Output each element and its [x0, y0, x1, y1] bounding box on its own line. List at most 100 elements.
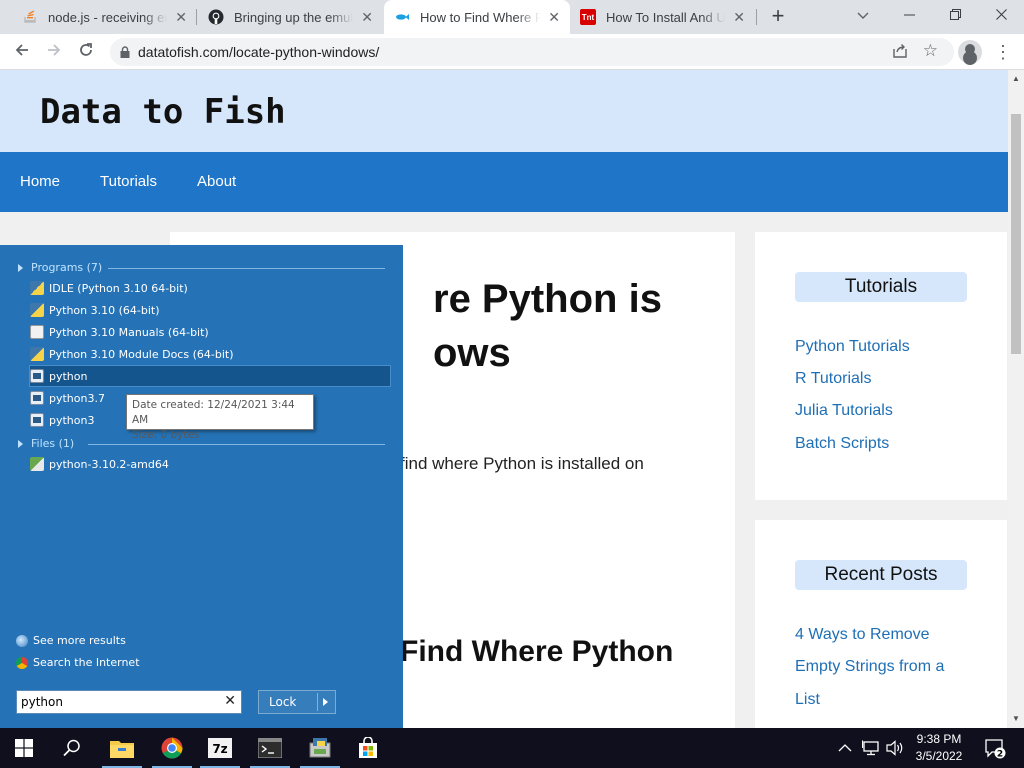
divider [108, 268, 385, 269]
program-item-selected[interactable]: python [29, 365, 391, 387]
nav-tutorials[interactable]: Tutorials [100, 173, 157, 190]
tab-tnt[interactable]: Tnt How To Install And Use ✕ [570, 0, 755, 34]
programs-header-label: Programs (7) [31, 261, 103, 274]
tab-title: Bringing up the emulat [234, 9, 354, 25]
program-label: python3.7 [49, 391, 105, 405]
clock-time: 9:38 PM [916, 732, 962, 746]
divider [88, 444, 385, 445]
start-search-input[interactable] [17, 691, 217, 713]
sidebar-heading: Tutorials [795, 272, 967, 302]
tooltip: Date created: 12/24/2021 3:44 AM Size: 0… [126, 394, 314, 441]
lock-icon[interactable] [120, 45, 130, 58]
program-item[interactable]: Python 3.10 (64-bit) [30, 300, 390, 320]
expand-arrow-icon [18, 439, 23, 448]
close-icon[interactable]: ✕ [361, 9, 373, 26]
program-label: Python 3.10 (64-bit) [49, 303, 160, 317]
program-item[interactable]: IDLE (Python 3.10 64-bit) [30, 278, 390, 298]
menu-kebab-icon[interactable]: ⋮ [994, 40, 1012, 64]
file-item[interactable]: python-3.10.2-amd64 [30, 454, 390, 474]
terminal-icon[interactable] [246, 728, 294, 768]
close-icon[interactable]: ✕ [733, 9, 745, 26]
tooltip-line: Date created: 12/24/2021 3:44 AM [132, 399, 295, 426]
close-window-button[interactable] [978, 0, 1024, 30]
reload-button[interactable] [74, 40, 98, 64]
restore-button[interactable] [932, 0, 978, 30]
tab-search-button[interactable] [840, 0, 886, 30]
files-group-header[interactable]: Files (1) [18, 437, 385, 450]
forward-button[interactable] [42, 40, 66, 64]
sidebar-link[interactable]: Batch Scripts [795, 435, 889, 453]
tab-datatofish[interactable]: How to Find Where Pyt ✕ [384, 0, 570, 34]
action-center-icon[interactable]: 2 [984, 728, 1006, 768]
volume-icon[interactable] [886, 728, 904, 768]
see-more-results[interactable]: See more results [16, 634, 126, 647]
program-label: python3 [49, 413, 95, 427]
exe-icon [30, 369, 44, 383]
sidebar-link[interactable]: Python Tutorials [795, 338, 910, 356]
scrollbar-thumb[interactable] [1011, 114, 1021, 354]
tab-github[interactable]: Bringing up the emulat ✕ [198, 0, 383, 34]
7zip-icon[interactable]: 7z [196, 728, 244, 768]
exe-icon [30, 391, 44, 405]
tab-strip: node.js - receiving erro ✕ Bringing up t… [0, 0, 1024, 34]
url-text[interactable]: datatofish.com/locate-python-windows/ [138, 44, 379, 60]
stackoverflow-icon [22, 9, 38, 25]
back-button[interactable] [10, 40, 34, 64]
minimize-button[interactable] [886, 0, 932, 30]
tab-title: How To Install And Use [606, 9, 726, 25]
scroll-up-icon[interactable]: ▲ [1012, 74, 1020, 83]
start-search-box[interactable]: ✕ [16, 690, 242, 714]
sidebar-link[interactable]: Julia Tutorials [795, 402, 893, 420]
site-nav: Home Tutorials About [0, 152, 1008, 212]
files-header-label: Files (1) [31, 437, 75, 450]
close-icon[interactable]: ✕ [175, 9, 187, 26]
search-globe-icon [16, 634, 28, 647]
expand-arrow-icon [18, 263, 23, 272]
bookmark-star-icon[interactable]: ☆ [923, 41, 938, 61]
recent-post-link[interactable]: 4 Ways to Remove [795, 626, 930, 644]
clock-date: 3/5/2022 [915, 749, 963, 763]
share-icon[interactable] [892, 43, 908, 63]
site-header: Data to Fish [0, 70, 1008, 152]
network-icon[interactable] [862, 728, 880, 768]
close-icon[interactable]: ✕ [548, 9, 560, 26]
programs-group-header[interactable]: Programs (7) [18, 261, 385, 274]
program-item[interactable]: Python 3.10 Module Docs (64-bit) [30, 344, 390, 364]
nav-about[interactable]: About [197, 173, 236, 190]
sidebar-link[interactable]: R Tutorials [795, 370, 871, 388]
recent-post-link[interactable]: Empty Strings from a [795, 658, 944, 676]
start-icon[interactable] [0, 728, 48, 768]
lock-label: Lock [269, 695, 297, 709]
tab-divider [196, 9, 197, 25]
python-icon [30, 281, 44, 295]
system-clock[interactable]: 9:38 PM 3/5/2022 [906, 731, 972, 765]
program-label: Python 3.10 Manuals (64-bit) [49, 325, 209, 339]
divider [317, 693, 318, 711]
lock-button[interactable]: Lock [258, 690, 336, 714]
program-item[interactable]: Python 3.10 Manuals (64-bit) [30, 322, 390, 342]
page-scrollbar[interactable]: ▲ ▼ [1008, 70, 1024, 728]
tooltip-line: Size: 0 bytes [132, 429, 200, 441]
new-tab-button[interactable]: + [766, 5, 790, 29]
python-installer-icon[interactable] [296, 728, 344, 768]
tnt-icon: Tnt [580, 9, 596, 25]
site-title[interactable]: Data to Fish [40, 92, 286, 132]
nav-home[interactable]: Home [20, 173, 60, 190]
tab-nodejs[interactable]: node.js - receiving erro ✕ [12, 0, 197, 34]
search-the-internet[interactable]: Search the Internet [16, 656, 140, 669]
clear-search-icon[interactable]: ✕ [224, 693, 236, 709]
address-bar[interactable]: datatofish.com/locate-python-windows/ ☆ [110, 38, 954, 66]
profile-avatar[interactable] [958, 40, 982, 64]
start-menu: Programs (7) IDLE (Python 3.10 64-bit) P… [0, 245, 403, 728]
search-icon[interactable] [48, 728, 96, 768]
file-explorer-icon[interactable] [98, 728, 146, 768]
power-options-arrow-icon[interactable] [323, 698, 328, 706]
store-icon[interactable] [344, 728, 392, 768]
tab-title: How to Find Where Pyt [420, 9, 541, 25]
chrome-icon[interactable] [148, 728, 196, 768]
scroll-down-icon[interactable]: ▼ [1012, 714, 1020, 723]
recent-post-link[interactable]: List [795, 691, 820, 709]
show-hidden-icons-chevron-icon[interactable] [838, 728, 852, 768]
notification-count: 2 [997, 750, 1003, 760]
github-icon [208, 9, 224, 25]
